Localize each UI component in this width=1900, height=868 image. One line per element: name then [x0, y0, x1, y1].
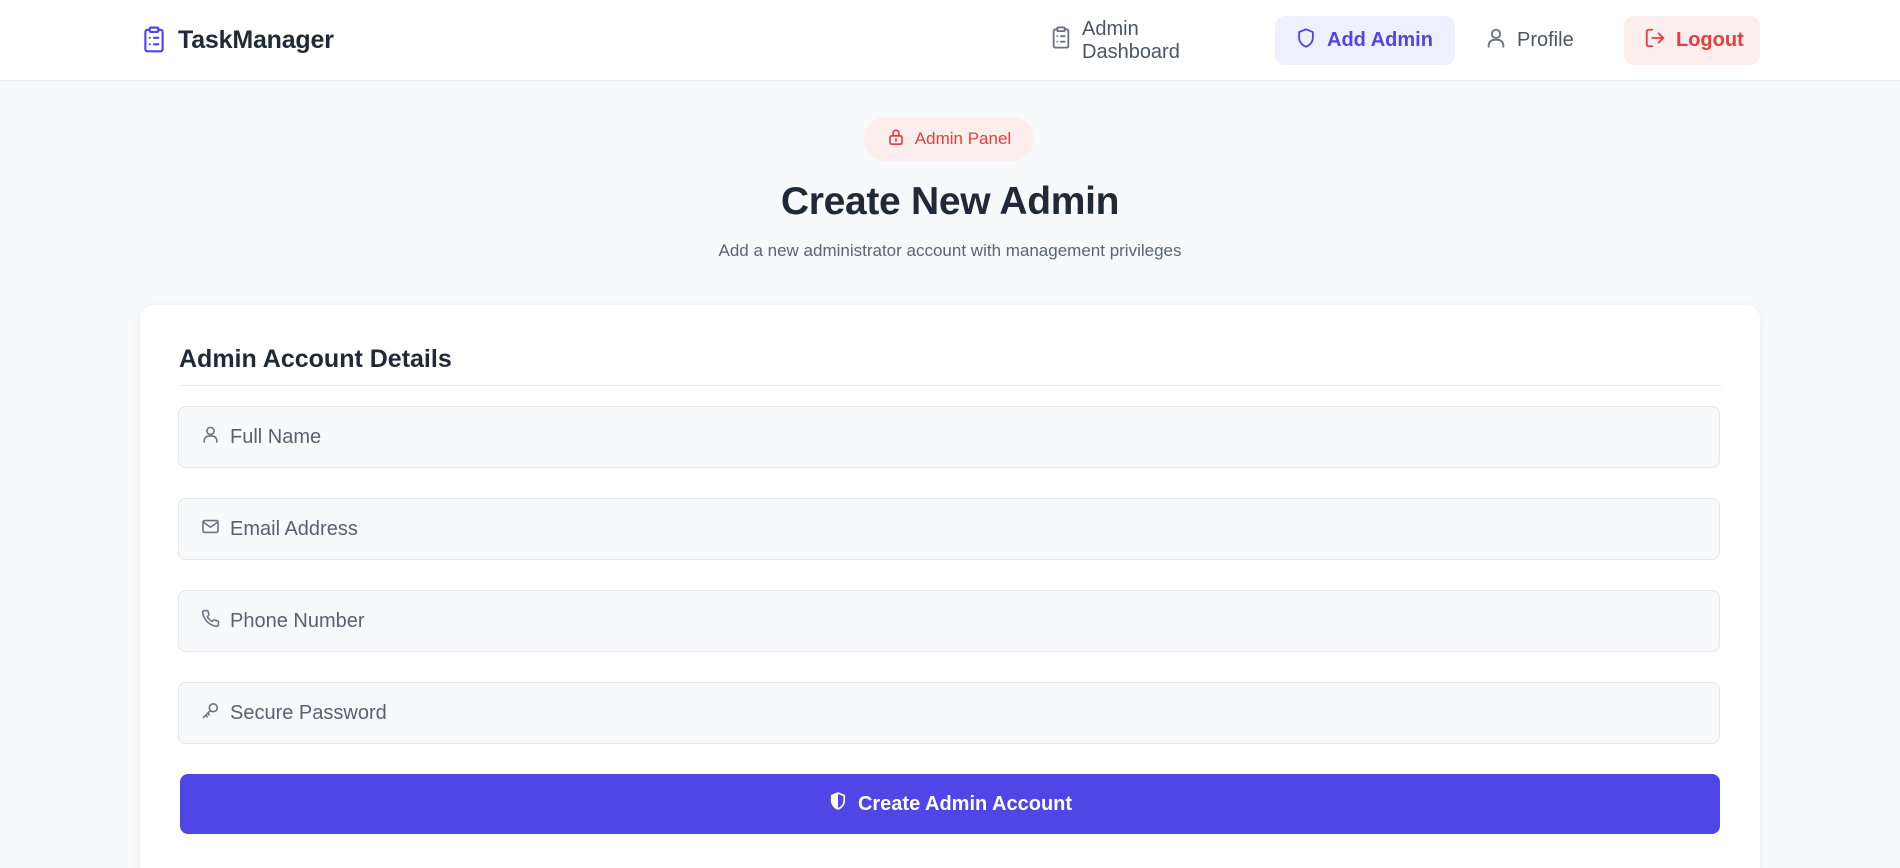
- phone-input[interactable]: [230, 591, 1719, 651]
- nav-profile[interactable]: Profile: [1465, 16, 1595, 65]
- nav-add-admin[interactable]: Add Admin: [1275, 16, 1455, 65]
- brand-name: TaskManager: [178, 25, 334, 54]
- admin-panel-badge-label: Admin Panel: [914, 129, 1012, 148]
- shield-icon: [1295, 26, 1317, 56]
- full-name-input[interactable]: [230, 407, 1719, 467]
- shield-half-icon: [828, 790, 848, 818]
- email-field[interactable]: [178, 498, 1720, 560]
- nav-profile-label: Profile: [1517, 29, 1574, 51]
- form-divider: [179, 385, 1721, 386]
- full-name-field[interactable]: [178, 406, 1720, 468]
- create-admin-button[interactable]: Create Admin Account: [180, 774, 1720, 834]
- brand[interactable]: TaskManager: [140, 22, 334, 58]
- password-field[interactable]: [178, 682, 1720, 744]
- user-icon: [201, 425, 220, 449]
- nav-admin-dashboard[interactable]: Admin Dashboard: [1030, 16, 1260, 65]
- password-input[interactable]: [230, 683, 1719, 743]
- mail-icon: [201, 517, 220, 541]
- user-icon: [1485, 26, 1507, 56]
- logout-icon: [1644, 27, 1666, 55]
- lock-icon: [887, 128, 905, 151]
- nav-admin-dashboard-label: Admin Dashboard: [1082, 17, 1180, 63]
- admin-panel-badge: Admin Panel: [864, 117, 1034, 161]
- page-title: Create New Admin: [780, 180, 1120, 223]
- key-icon: [201, 701, 220, 725]
- page-subtitle: Add a new administrator account with man…: [718, 241, 1182, 260]
- nav-logout-label: Logout: [1676, 29, 1744, 51]
- phone-field[interactable]: [178, 590, 1720, 652]
- email-input[interactable]: [230, 499, 1719, 559]
- clipboard-icon: [140, 26, 168, 54]
- form-title: Admin Account Details: [179, 345, 452, 373]
- nav-logout[interactable]: Logout: [1624, 16, 1760, 65]
- clipboard-list-icon: [1050, 26, 1072, 56]
- create-admin-button-label: Create Admin Account: [857, 792, 1073, 815]
- top-navbar: TaskManager Admin Dashboard Add Admin Pr…: [0, 0, 1900, 81]
- admin-form-card: Admin Account Details Full Name Email Ad…: [140, 305, 1760, 868]
- nav-add-admin-label: Add Admin: [1327, 29, 1433, 51]
- phone-icon: [201, 609, 220, 633]
